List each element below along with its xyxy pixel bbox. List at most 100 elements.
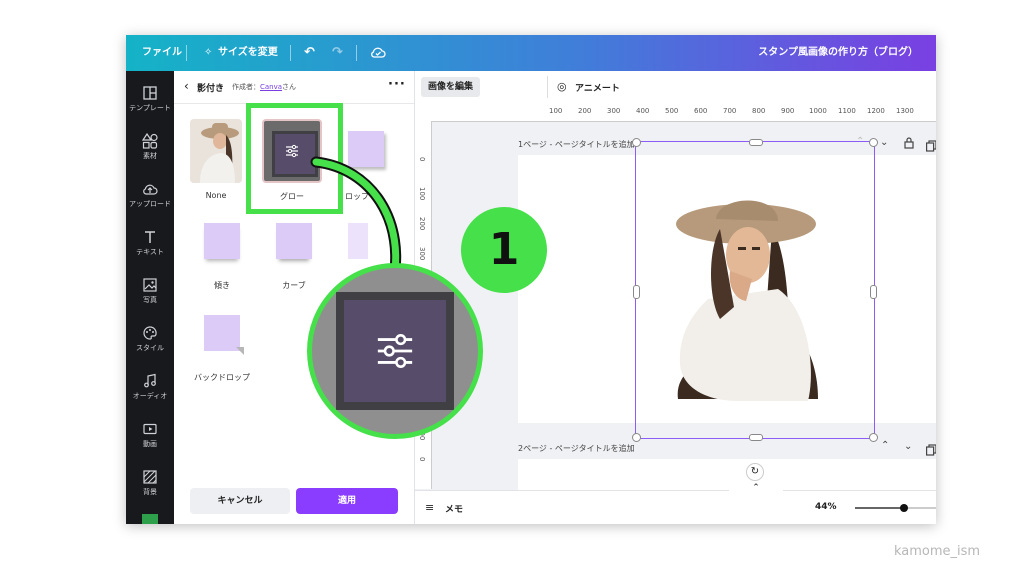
rail-label: テキスト (136, 248, 164, 256)
notes-button[interactable]: メモ (445, 502, 463, 515)
notes-icon[interactable]: ≡ (425, 501, 434, 514)
animate-button[interactable]: アニメート (575, 81, 620, 94)
bottom-bar: ⌃ ≡ メモ 44% (415, 483, 936, 524)
resize-handle[interactable] (633, 285, 640, 299)
undo-icon[interactable]: ↶ (304, 35, 315, 71)
page2-title[interactable]: 2ページ - ページタイトルを追加 (518, 443, 635, 454)
rail-label: オーディオ (132, 392, 168, 400)
redo-icon[interactable]: ↷ (332, 35, 343, 71)
resize-handle[interactable] (632, 138, 641, 147)
resize-handle[interactable] (749, 434, 763, 441)
ruler-tick: 300 (607, 107, 621, 115)
more-options-icon[interactable]: ··· (388, 77, 406, 92)
resize-button[interactable]: サイズを変更 (218, 35, 278, 71)
ruler-tick: 700 (723, 107, 737, 115)
ruler-tick: 900 (781, 107, 795, 115)
back-icon[interactable]: ‹ (184, 79, 189, 93)
text-icon (145, 231, 155, 243)
panel-title: 影付き (197, 84, 225, 94)
rail-item-template[interactable]: テンプレート (126, 77, 174, 123)
adjust-settings-icon (377, 334, 413, 368)
editor-toolbar: 画像を編集 ◎ アニメート (415, 71, 936, 104)
rail-label: アップロード (129, 200, 171, 208)
ruler-tick: 1100 (838, 107, 856, 115)
photo-icon (143, 278, 157, 292)
rail-label: 写真 (143, 296, 157, 304)
expand-pages-icon[interactable]: ⌃ (729, 483, 783, 493)
zoom-level[interactable]: 44% (815, 502, 837, 512)
document-title[interactable]: スタンプ風画像の作り方（ブログ） (758, 35, 918, 71)
rail-label: 素材 (143, 152, 157, 160)
effect-backdrop-tile[interactable] (204, 315, 244, 355)
ruler-tick: 800 (752, 107, 766, 115)
refresh-icon[interactable]: ↻ (746, 463, 764, 481)
effect-angle-label: 傾き (214, 281, 230, 290)
rail-item-text[interactable]: テキスト (126, 221, 174, 267)
effect-none-tile[interactable] (190, 119, 242, 183)
effect-angle-tile[interactable] (204, 223, 240, 259)
backdrop-corner (236, 347, 244, 355)
rail-item-upload[interactable]: アップロード (126, 173, 174, 219)
sparkle-icon: ✧ (204, 47, 213, 58)
zoom-slider-knob[interactable] (899, 504, 908, 512)
cancel-button[interactable]: キャンセル (190, 488, 290, 514)
resize-handle[interactable] (869, 433, 878, 442)
rail-label: テンプレート (129, 104, 171, 112)
duplicate-page-icon[interactable] (926, 441, 936, 460)
ruler-tick: 600 (694, 107, 708, 115)
resize-handle[interactable] (632, 433, 641, 442)
divider (290, 45, 291, 61)
ruler-tick: 1300 (896, 107, 914, 115)
ruler-tick: 0 (418, 457, 426, 462)
magnified-glow-preview (307, 263, 483, 439)
rail-item-style[interactable]: スタイル (126, 317, 174, 363)
apply-button[interactable]: 適用 (296, 488, 398, 514)
zoom-slider-fill (855, 507, 904, 509)
animate-icon[interactable]: ◎ (557, 80, 567, 93)
chevron-down-icon[interactable]: ⌄ (880, 137, 888, 148)
lock-icon[interactable] (904, 137, 914, 152)
selection-frame[interactable] (632, 138, 878, 442)
cloud-saved-icon[interactable] (370, 35, 386, 71)
file-menu[interactable]: ファイル (142, 35, 182, 71)
style-icon (143, 326, 157, 340)
ruler-tick: 400 (636, 107, 650, 115)
resize-handle[interactable] (870, 285, 877, 299)
chevron-up-icon[interactable]: ⌃ (881, 440, 889, 451)
top-bar: ファイル ✧ サイズを変更 ↶ ↷ スタンプ風画像の作り方（ブログ） (126, 35, 936, 71)
author-prefix: 作成者： (232, 83, 260, 91)
upload-icon (143, 184, 158, 195)
divider (186, 45, 187, 61)
rail-label: 背景 (143, 488, 157, 496)
author-suffix: さん (282, 83, 297, 91)
duplicate-page-icon[interactable] (926, 137, 936, 156)
audio-icon (144, 373, 156, 388)
panel-header: ‹ 影付き 作成者：Canvaさん ··· (174, 71, 414, 104)
video-icon (143, 423, 157, 435)
left-rail: テンプレート 素材 アップロード テキスト 写真 スタイル オーディオ 動画 背… (126, 71, 174, 524)
ruler-tick: 500 (665, 107, 679, 115)
rail-item-video[interactable]: 動画 (126, 413, 174, 459)
resize-handle[interactable] (869, 138, 878, 147)
page-2-canvas[interactable] (518, 459, 936, 490)
resize-handle[interactable] (749, 139, 763, 146)
horizontal-ruler: 100 200 300 400 500 600 700 800 900 1000… (415, 103, 936, 122)
elements-icon (142, 133, 158, 149)
rail-item-audio[interactable]: オーディオ (126, 365, 174, 411)
edit-image-button[interactable]: 画像を編集 (421, 77, 481, 97)
woman-photo-thumbnail (190, 119, 242, 183)
chevron-down-icon[interactable]: ⌄ (904, 441, 912, 452)
ruler-tick: 200 (578, 107, 592, 115)
step-number-badge: 1 (461, 207, 547, 293)
page1-title[interactable]: 1ページ - ページタイトルを追加 (518, 139, 635, 150)
rail-more-indicator (142, 514, 158, 524)
rail-item-elements[interactable]: 素材 (126, 125, 174, 171)
divider (547, 76, 548, 98)
rail-item-photo[interactable]: 写真 (126, 269, 174, 315)
author-link[interactable]: Canva (260, 83, 282, 91)
rail-label: 動画 (143, 440, 157, 448)
background-icon (143, 470, 157, 484)
panel-author: 作成者：Canvaさん (232, 82, 296, 92)
zoom-slider[interactable] (855, 504, 936, 512)
rail-item-background[interactable]: 背景 (126, 461, 174, 507)
